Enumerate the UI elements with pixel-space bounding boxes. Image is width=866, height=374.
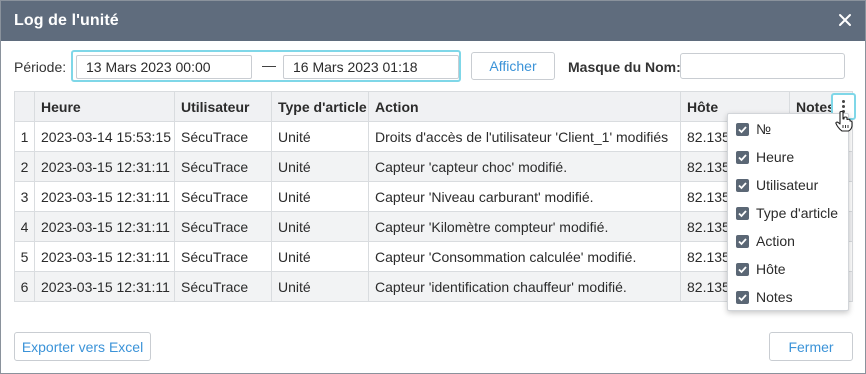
cell-time: 2023-03-15 12:31:11 (34, 271, 175, 302)
col-header-action[interactable]: Action (368, 91, 681, 122)
cell-action: Capteur 'Niveau carburant' modifié. (368, 181, 681, 212)
cell-action: Capteur 'capteur choc' modifié. (368, 151, 681, 182)
title-bar: Log de l'unité (1, 1, 865, 41)
column-toggle-time[interactable]: Heure (728, 143, 848, 171)
column-toggle-label: Hôte (756, 261, 786, 277)
cell-user: SécuTrace (174, 181, 272, 212)
range-dash: — (262, 57, 276, 73)
cell-item-type: Unité (271, 271, 369, 302)
checkbox-checked-icon[interactable] (736, 151, 749, 164)
column-toggle-label: Action (756, 233, 795, 249)
export-excel-button[interactable]: Exporter vers Excel (14, 332, 151, 361)
cell-time: 2023-03-14 15:53:15 (34, 121, 175, 152)
show-button[interactable]: Afficher (471, 52, 555, 80)
row-number: 3 (14, 181, 35, 212)
column-toggle-number[interactable]: № (728, 115, 848, 143)
column-toggle-label: Heure (756, 149, 795, 165)
row-number: 4 (14, 211, 35, 242)
cell-action: Capteur 'identification chauffeur' modif… (368, 271, 681, 302)
row-number: 5 (14, 241, 35, 272)
col-header-number[interactable] (14, 91, 35, 122)
cell-time: 2023-03-15 12:31:11 (34, 211, 175, 242)
hand-cursor-icon (835, 110, 853, 132)
checkbox-checked-icon[interactable] (736, 263, 749, 276)
checkbox-checked-icon[interactable] (736, 207, 749, 220)
column-toggle-label: Type d'article (756, 205, 839, 221)
row-number: 6 (14, 271, 35, 302)
cell-action: Capteur 'Consommation calculée' modifié. (368, 241, 681, 272)
unit-log-dialog: Log de l'unité Période: — Afficher Masqu… (0, 0, 866, 374)
checkbox-checked-icon[interactable] (736, 235, 749, 248)
cell-item-type: Unité (271, 151, 369, 182)
col-header-user[interactable]: Utilisateur (174, 91, 272, 122)
cell-user: SécuTrace (174, 241, 272, 272)
dialog-title: Log de l'unité (14, 12, 119, 29)
cell-user: SécuTrace (174, 151, 272, 182)
cell-action: Capteur 'Kilomètre compteur' modifié. (368, 211, 681, 242)
column-visibility-menu: № Heure Utilisateur Type d'article Actio… (727, 113, 849, 311)
cell-time: 2023-03-15 12:31:11 (34, 181, 175, 212)
cell-user: SécuTrace (174, 271, 272, 302)
column-toggle-label: № (756, 121, 772, 137)
cell-item-type: Unité (271, 211, 369, 242)
cell-item-type: Unité (271, 181, 369, 212)
col-header-time[interactable]: Heure (34, 91, 175, 122)
checkbox-checked-icon[interactable] (736, 291, 749, 304)
close-icon[interactable] (835, 10, 855, 30)
column-toggle-host[interactable]: Hôte (728, 255, 848, 283)
col-header-item-type[interactable]: Type d'article (271, 91, 369, 122)
column-toggle-item-type[interactable]: Type d'article (728, 199, 848, 227)
cell-time: 2023-03-15 12:31:11 (34, 241, 175, 272)
close-button[interactable]: Fermer (769, 332, 853, 361)
date-to-input[interactable] (283, 55, 459, 79)
cell-user: SécuTrace (174, 211, 272, 242)
row-number: 1 (14, 121, 35, 152)
name-mask-input[interactable] (680, 53, 845, 79)
row-number: 2 (14, 151, 35, 182)
column-toggle-label: Notes (756, 289, 793, 305)
checkbox-checked-icon[interactable] (736, 123, 749, 136)
column-toggle-label: Utilisateur (756, 177, 819, 193)
cell-time: 2023-03-15 12:31:11 (34, 151, 175, 182)
checkbox-checked-icon[interactable] (736, 179, 749, 192)
cell-item-type: Unité (271, 241, 369, 272)
column-toggle-action[interactable]: Action (728, 227, 848, 255)
period-label: Période: (14, 59, 67, 75)
name-mask-label: Masque du Nom: (568, 59, 681, 75)
cell-action: Droits d'accès de l'utilisateur 'Client_… (368, 121, 681, 152)
column-toggle-user[interactable]: Utilisateur (728, 171, 848, 199)
column-toggle-notes[interactable]: Notes (728, 283, 848, 311)
cell-item-type: Unité (271, 121, 369, 152)
period-range: — (71, 50, 461, 82)
date-from-input[interactable] (76, 55, 252, 79)
cell-user: SécuTrace (174, 121, 272, 152)
